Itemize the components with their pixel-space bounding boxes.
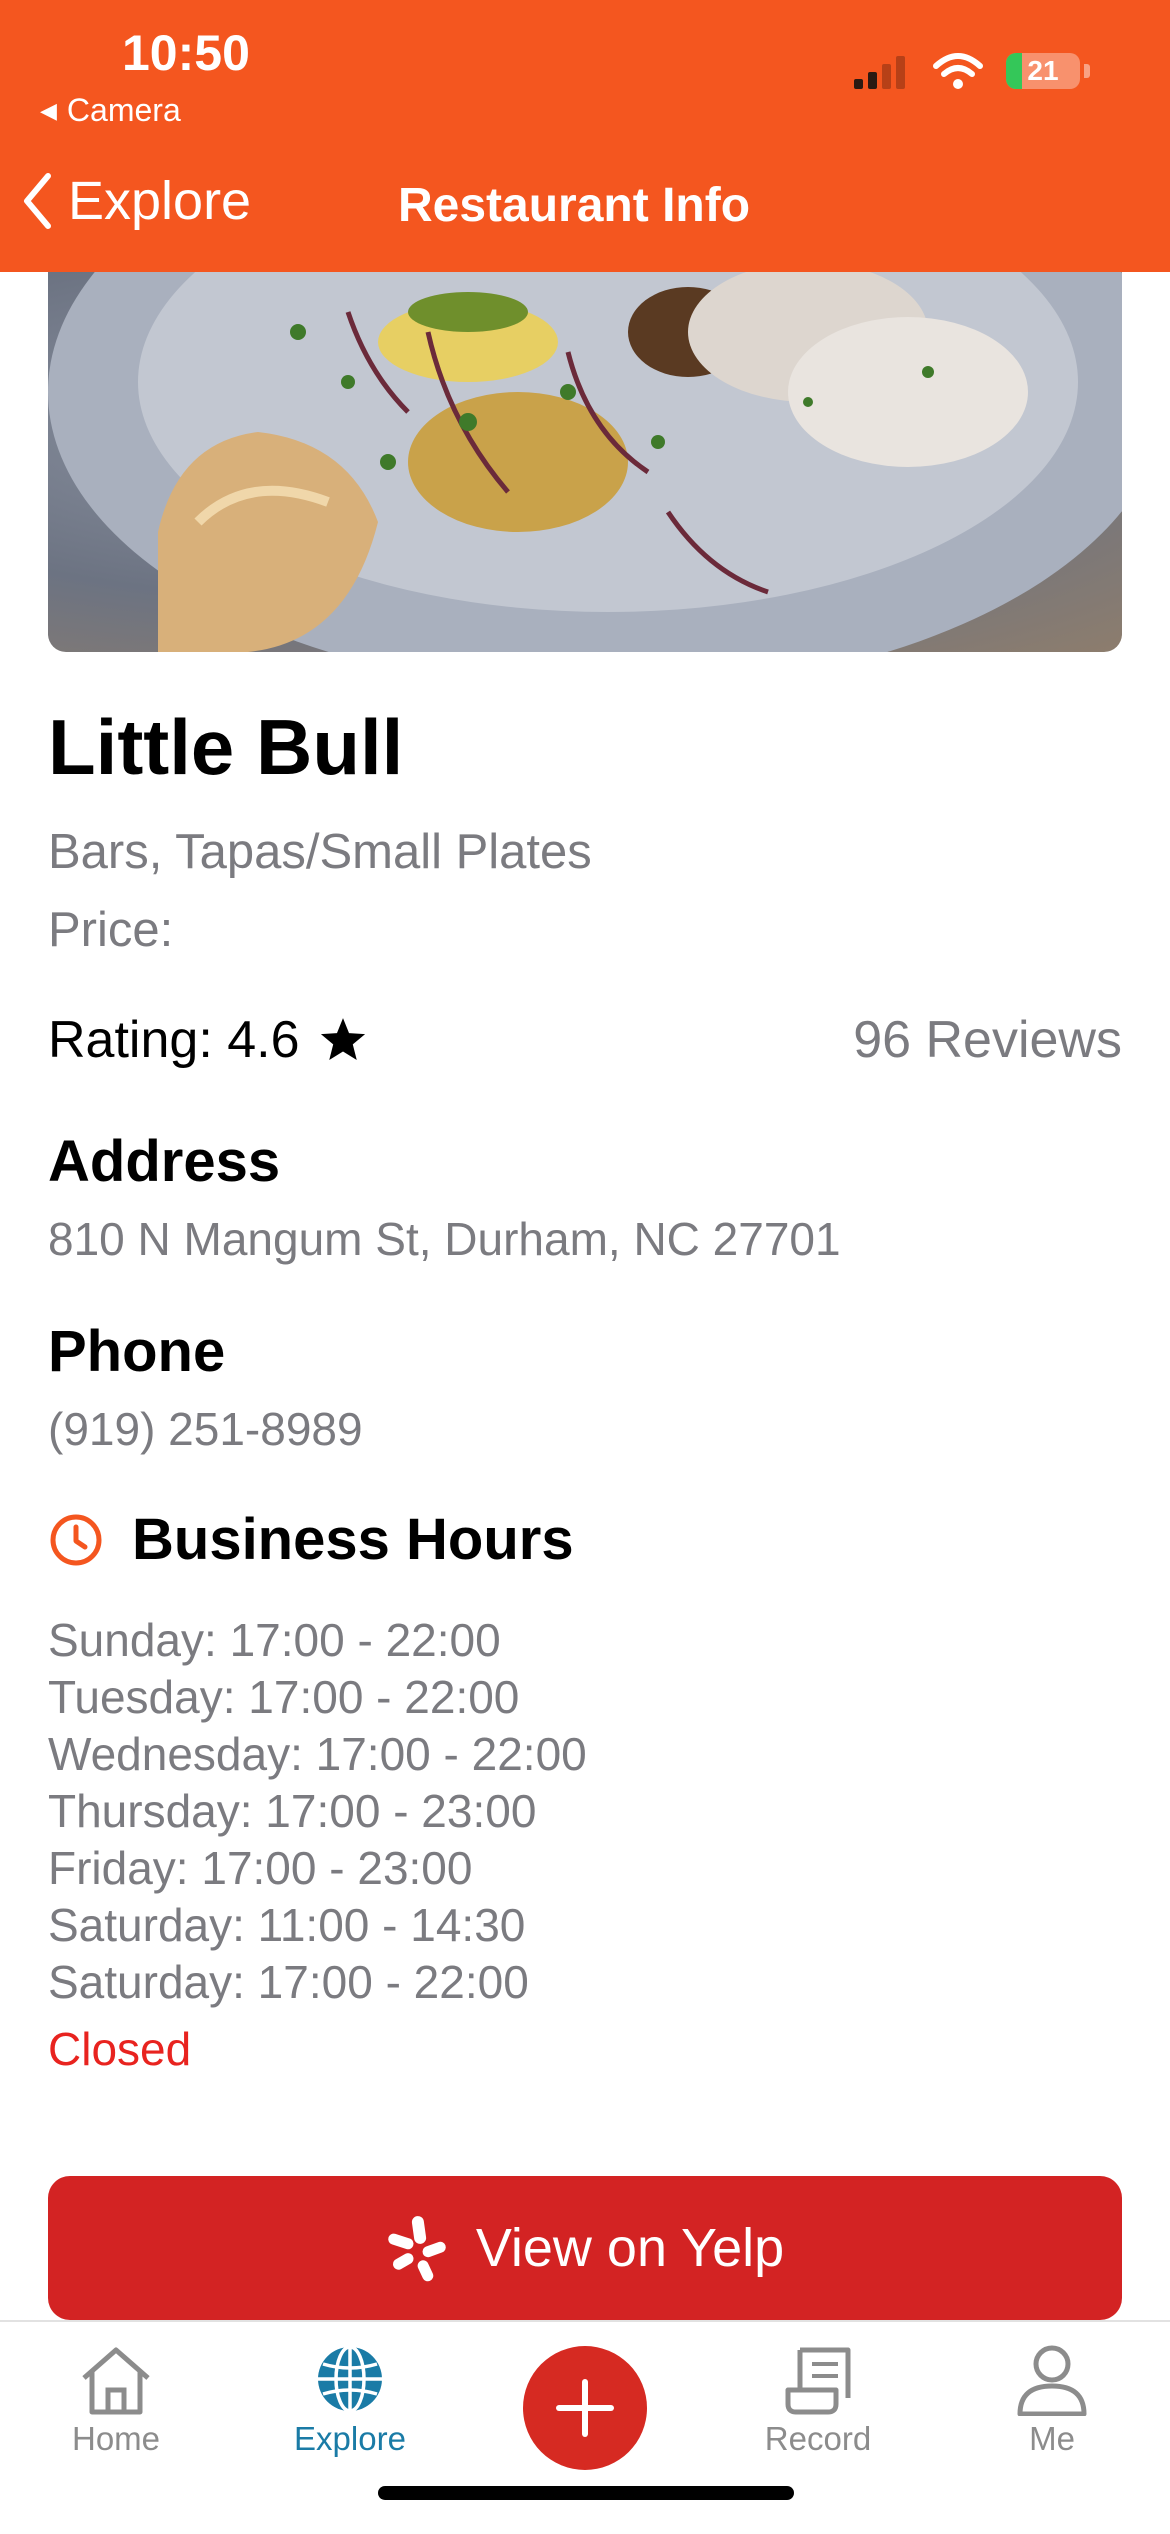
tab-record-label: Record — [764, 2420, 872, 2457]
tab-home-label: Home — [71, 2420, 161, 2457]
review-count[interactable]: 96 Reviews — [853, 1010, 1122, 1070]
hours-line: Saturday: 17:00 - 22:00 — [48, 1956, 529, 2008]
person-icon — [1017, 2345, 1087, 2416]
cellular-signal-icon — [854, 56, 905, 89]
back-triangle-icon: ◀ — [40, 98, 57, 123]
hours-line: Sunday: 17:00 - 22:00 — [48, 1614, 501, 1666]
back-app-label: Camera — [66, 92, 181, 128]
home-indicator[interactable] — [378, 2486, 794, 2500]
business-hours-title: Business Hours — [132, 1507, 574, 1572]
tab-explore[interactable]: Explore — [270, 2342, 430, 2458]
battery-indicator: 21 — [1006, 53, 1080, 89]
address-value[interactable]: 810 N Mangum St, Durham, NC 27701 — [48, 1212, 841, 1266]
phone-value[interactable]: (919) 251-8989 — [48, 1402, 363, 1456]
battery-cap — [1084, 64, 1090, 78]
address-title: Address — [48, 1129, 281, 1194]
hours-list: Sunday: 17:00 - 22:00 Tuesday: 17:00 - 2… — [48, 1612, 587, 2011]
wifi-icon — [933, 53, 983, 89]
food-photo-illustration — [48, 272, 1122, 652]
house-icon — [82, 2347, 150, 2415]
hours-line: Wednesday: 17:00 - 22:00 — [48, 1728, 587, 1780]
business-hours-header: Business Hours — [48, 1506, 574, 1573]
globe-icon — [318, 2345, 382, 2413]
tab-home[interactable]: Home — [36, 2342, 196, 2458]
nav-back-label: Explore — [68, 171, 252, 231]
status-time: 10:50 — [122, 25, 250, 81]
receipt-icon — [785, 2347, 851, 2415]
restaurant-photo — [48, 272, 1122, 652]
view-on-yelp-button[interactable]: View on Yelp — [48, 2176, 1122, 2320]
hours-line: Thursday: 17:00 - 23:00 — [48, 1785, 537, 1837]
rating: Rating: 4.6 — [48, 1010, 368, 1070]
hours-line: Friday: 17:00 - 23:00 — [48, 1842, 473, 1894]
nav-back-button[interactable]: Explore — [22, 170, 251, 232]
header: 10:50 ◀ Camera 21 Explore Restaurant Info — [0, 0, 1170, 272]
hours-line: Tuesday: 17:00 - 22:00 — [48, 1671, 520, 1723]
star-icon — [320, 1018, 365, 1060]
open-status: Closed — [48, 2023, 192, 2075]
restaurant-categories: Bars, Tapas/Small Plates — [48, 825, 592, 879]
hours-line: Saturday: 11:00 - 14:30 — [48, 1899, 526, 1951]
tab-record[interactable]: Record — [738, 2342, 898, 2458]
rating-label: Rating: 4.6 — [48, 1011, 300, 1069]
tab-explore-label: Explore — [294, 2420, 406, 2457]
yelp-burst-icon — [388, 2216, 446, 2282]
tab-me[interactable]: Me — [972, 2342, 1132, 2458]
plus-icon — [556, 2379, 614, 2437]
tab-bar: Home Explore Record Me — [0, 2320, 1170, 2534]
battery-percentage: 21 — [1027, 55, 1059, 86]
tab-me-label: Me — [1029, 2420, 1075, 2457]
chevron-left-icon — [24, 173, 51, 229]
restaurant-name: Little Bull — [48, 703, 404, 791]
price-label: Price: — [48, 903, 174, 957]
clock-icon — [50, 1514, 102, 1565]
add-button[interactable] — [523, 2346, 647, 2470]
page-title: Restaurant Info — [398, 179, 751, 232]
phone-title: Phone — [48, 1319, 226, 1384]
status-icons: 21 — [854, 52, 1090, 90]
view-on-yelp-label: View on Yelp — [475, 2218, 785, 2278]
back-to-app-link[interactable]: ◀ Camera — [40, 92, 181, 129]
